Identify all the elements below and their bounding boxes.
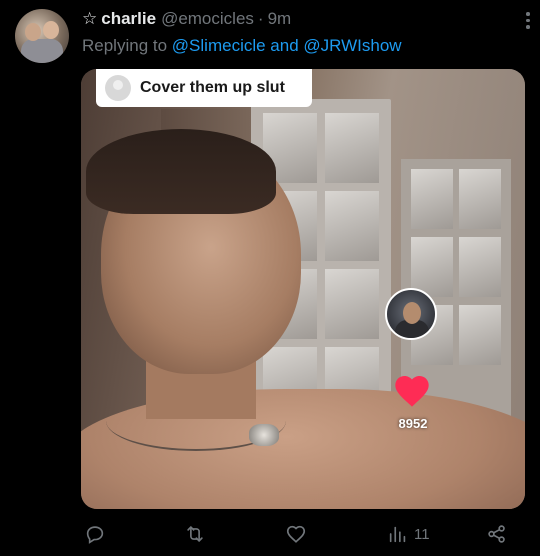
views-count: 11 [414, 525, 430, 543]
avatar-face-left [25, 23, 41, 41]
retweet-icon [187, 526, 203, 542]
separator-dot: · [257, 9, 264, 28]
views-button[interactable]: 11 [387, 523, 430, 545]
views-bar-chart-icon [389, 526, 406, 543]
like-button[interactable] [285, 523, 307, 545]
retweet-button[interactable] [184, 523, 206, 545]
share-button[interactable] [486, 523, 508, 545]
replying-to-link[interactable]: @Slimecicle and @JRWIshow [172, 36, 402, 55]
media-hair [86, 129, 276, 214]
avatar-figure-body [21, 39, 63, 63]
heart-icon[interactable] [392, 371, 432, 411]
comment-bubble: Cover them up slut [96, 69, 312, 107]
tweet-time[interactable]: 9m [268, 9, 292, 29]
creator-avatar[interactable] [385, 288, 437, 340]
replying-prefix: Replying to [82, 36, 168, 55]
reply-button[interactable] [84, 523, 106, 545]
comment-avatar-icon [105, 75, 131, 101]
avatar-face-right [43, 21, 59, 39]
display-name[interactable]: charlie [101, 9, 156, 29]
tweet-media-image[interactable]: Cover them up slut [81, 69, 525, 509]
star-icon: ☆ [82, 9, 98, 28]
tweet-action-bar: 11 [0, 520, 540, 552]
replying-to-line: Replying to @Slimecicle and @JRWIshow [82, 36, 402, 56]
more-options-icon[interactable] [526, 12, 530, 29]
like-outline-icon [286, 525, 306, 543]
media-like-count: 8952 [398, 416, 428, 431]
author-avatar[interactable] [15, 9, 69, 63]
share-icon [488, 525, 505, 543]
comment-text: Cover them up slut [140, 79, 285, 96]
reply-icon [86, 526, 104, 544]
media-pendant [249, 424, 279, 446]
tweet-header: ☆ charlie @emocicles · 9m [82, 8, 520, 30]
user-handle[interactable]: @emocicles [161, 9, 254, 29]
